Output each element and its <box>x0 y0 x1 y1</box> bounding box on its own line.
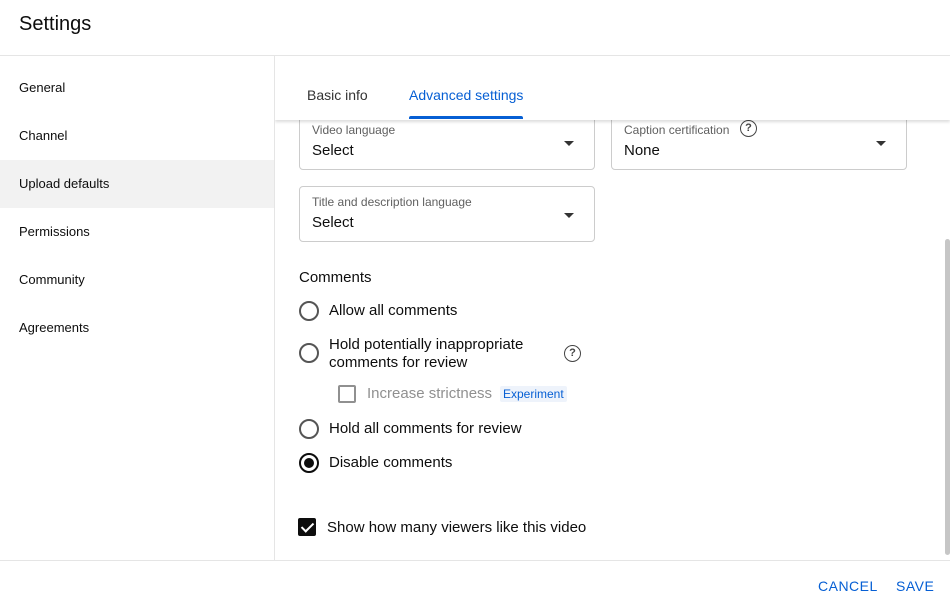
title-description-language-select[interactable]: Title and description language Select <box>299 186 595 242</box>
field-label: Video language <box>312 123 396 137</box>
radio-label: Hold all comments for review <box>329 420 522 437</box>
dialog-footer: CANCEL SAVE <box>0 560 950 606</box>
tab-basic-info[interactable]: Basic info <box>307 56 368 120</box>
sidebar-item-channel[interactable]: Channel <box>0 112 274 160</box>
radio-label-line: Hold potentially inappropriate <box>329 336 524 353</box>
experiment-badge: Experiment <box>500 386 567 402</box>
sidebar-item-community[interactable]: Community <box>0 256 274 304</box>
show-likes-checkbox[interactable] <box>298 518 316 536</box>
scrollbar[interactable] <box>945 239 950 555</box>
sidebar: General Channel Upload defaults Permissi… <box>0 56 275 560</box>
radio-label: Hold potentially inappropriate comments … <box>329 336 523 372</box>
sidebar-item-permissions[interactable]: Permissions <box>0 208 274 256</box>
field-label: Caption certification <box>624 123 730 137</box>
radio-hold-inappropriate[interactable] <box>299 343 319 363</box>
tab-advanced-settings[interactable]: Advanced settings <box>409 56 524 120</box>
sidebar-item-agreements[interactable]: Agreements <box>0 304 274 352</box>
field-label: Title and description language <box>312 195 472 209</box>
dropdown-caret-icon <box>564 213 574 218</box>
dropdown-caret-icon <box>876 141 886 146</box>
tab-label: Basic info <box>307 87 368 103</box>
radio-label-line: comments for review <box>329 354 468 371</box>
cancel-button[interactable]: CANCEL <box>818 578 878 594</box>
radio-hold-all-comments[interactable] <box>299 419 319 439</box>
comments-section-title: Comments <box>299 269 372 286</box>
help-circle-icon[interactable]: ? <box>740 120 757 137</box>
active-tab-indicator <box>409 116 524 119</box>
field-value: Select <box>312 142 354 159</box>
radio-disable-comments[interactable] <box>299 453 319 473</box>
sidebar-item-upload-defaults[interactable]: Upload defaults <box>0 160 274 208</box>
field-value: None <box>624 142 660 159</box>
radio-label: Allow all comments <box>329 302 458 319</box>
increase-strictness-checkbox[interactable] <box>338 385 356 403</box>
page-title: Settings <box>19 13 92 35</box>
help-circle-icon[interactable]: ? <box>564 345 581 362</box>
dialog-header: Settings <box>0 0 950 56</box>
sidebar-item-general[interactable]: General <box>0 64 274 112</box>
save-button[interactable]: SAVE <box>896 578 934 594</box>
dropdown-caret-icon <box>564 141 574 146</box>
radio-allow-all-comments[interactable] <box>299 301 319 321</box>
radio-label: Disable comments <box>329 454 453 471</box>
checkbox-label: Show how many viewers like this video <box>327 519 587 536</box>
tab-label: Advanced settings <box>409 87 524 103</box>
field-value: Select <box>312 214 354 231</box>
tab-bar: Basic info Advanced settings <box>275 56 950 120</box>
main-panel: Basic info Advanced settings Video langu… <box>275 56 950 560</box>
checkbox-label: Increase strictness <box>367 385 493 402</box>
